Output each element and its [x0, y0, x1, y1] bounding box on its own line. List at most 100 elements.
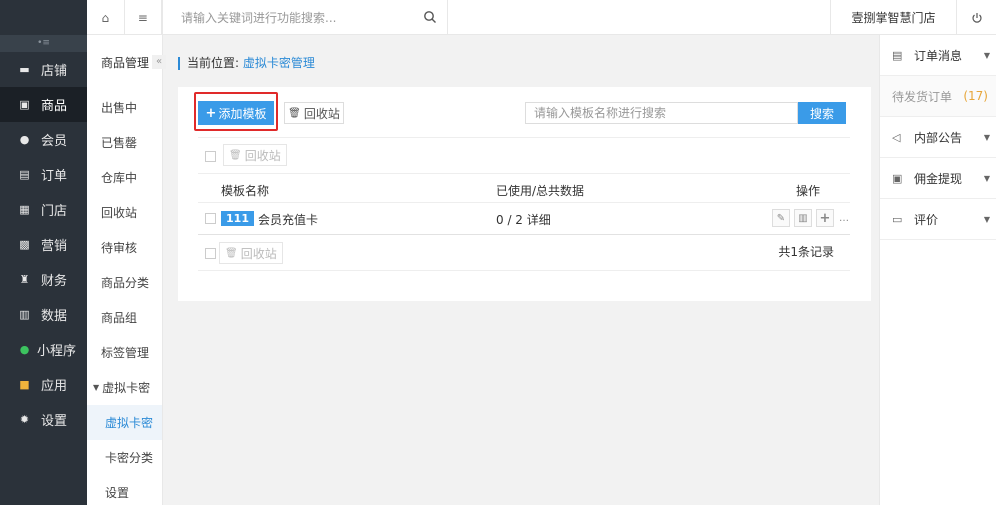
sidebar-item-store[interactable]: ▬ 店铺 — [0, 52, 87, 87]
wallet-icon: ▣ — [892, 171, 903, 185]
subnav-top-icons: ⌂ ≡ — [87, 0, 162, 35]
template-usage[interactable]: 0 / 2 详细 — [496, 211, 551, 228]
sidebar-item-settings[interactable]: ✹ 设置 — [0, 402, 87, 437]
total-records: 共1条记录 — [778, 245, 834, 259]
breadcrumb-current[interactable]: 虚拟卡密管理 — [243, 56, 315, 70]
home-icon[interactable]: ⌂ — [87, 0, 125, 35]
store-name[interactable]: 壹捌掌智慧门店 — [830, 0, 956, 35]
store-icon: ▬ — [19, 63, 30, 76]
power-icon[interactable] — [956, 0, 996, 35]
subnav-item-pending-review[interactable]: 待审核 — [87, 230, 162, 265]
subnav-item-card-settings[interactable]: 设置 — [87, 475, 162, 505]
sidebar-collapse-toggle[interactable]: •≡ — [0, 35, 87, 52]
sidebar-item-miniapp[interactable]: ● 小程序 — [0, 332, 87, 367]
row-actions: ✎ ▥ + … — [772, 209, 850, 227]
subnav-item-label: 虚拟卡密 — [105, 416, 154, 430]
subnav-item-virtual-card[interactable]: 虚拟卡密 — [87, 405, 162, 440]
footer-select-all-checkbox[interactable] — [205, 248, 216, 259]
search-button[interactable]: 搜索 — [798, 102, 846, 124]
sidebar-item-label: 营销 — [41, 239, 68, 254]
miniapp-icon: ● — [19, 343, 30, 356]
internal-notice-label: 内部公告 — [914, 130, 963, 145]
edit-icon[interactable]: ✎ — [772, 209, 790, 227]
speaker-icon: ◁ — [892, 130, 901, 144]
template-search-input[interactable] — [534, 106, 794, 120]
money-bag-icon: ♜ — [19, 273, 30, 286]
plus-icon: + — [205, 105, 217, 121]
commission-withdrawal[interactable]: ▣ 佣金提现 ▼ — [880, 158, 996, 199]
sidebar-item-shop[interactable]: ▦ 门店 — [0, 192, 87, 227]
add-template-label: 添加模板 — [218, 106, 267, 121]
subnav-item-category[interactable]: 商品分类 — [87, 265, 162, 300]
sidebar-item-order[interactable]: ▤ 订单 — [0, 157, 87, 192]
sidebar-item-label: 订单 — [41, 169, 68, 184]
goods-icon: ▣ — [19, 98, 30, 111]
select-all-checkbox[interactable] — [205, 151, 216, 162]
gift-icon: ▩ — [19, 238, 30, 251]
comment-icon: ▭ — [892, 212, 903, 226]
batch-toolbar: 🗑 回收站 — [198, 137, 850, 174]
subnav-item-sold-out[interactable]: 已售罄 — [87, 125, 162, 160]
caret-down-icon: ▼ — [93, 383, 100, 392]
sidebar-item-apps[interactable]: ■ 应用 — [0, 367, 87, 402]
subnav-item-label: 仓库中 — [101, 171, 138, 185]
recycle-bin-button[interactable]: 🗑 回收站 — [284, 102, 344, 124]
reviews-label: 评价 — [914, 212, 939, 227]
more-icon[interactable]: … — [838, 209, 850, 227]
subnav-item-tags[interactable]: 标签管理 — [87, 335, 162, 370]
column-header-name: 模板名称 — [221, 184, 270, 198]
gear-icon: ✹ — [19, 413, 30, 426]
template-search — [525, 102, 798, 124]
function-search — [163, 0, 448, 35]
function-search-input[interactable] — [181, 10, 421, 25]
order-messages-label: 订单消息 — [914, 48, 963, 63]
trash-icon: 🗑 — [225, 247, 238, 259]
subnav-item-card-category[interactable]: 卡密分类 — [87, 440, 162, 475]
template-badge: 111 — [221, 211, 254, 226]
batch-recycle-label: 回收站 — [244, 148, 281, 163]
apps-grid-icon: ■ — [19, 378, 30, 391]
search-button-label: 搜索 — [809, 106, 834, 121]
menu-icon[interactable]: ≡ — [125, 0, 162, 35]
plus-icon[interactable]: + — [816, 209, 834, 227]
caret-down-icon: ▼ — [983, 132, 990, 142]
shop-icon: ▦ — [19, 203, 30, 216]
trash-icon: 🗑 — [229, 149, 242, 161]
reviews[interactable]: ▭ 评价 ▼ — [880, 199, 996, 240]
pending-shipment-count: (17) — [963, 89, 988, 103]
footer-recycle-button[interactable]: 🗑 回收站 — [219, 242, 283, 264]
sidebar-item-member[interactable]: ● 会员 — [0, 122, 87, 157]
user-icon: ● — [19, 133, 30, 146]
subnav-item-label: 商品分类 — [101, 276, 150, 290]
trash-icon: 🗑 — [288, 107, 301, 119]
bar-chart-icon[interactable]: ▥ — [794, 209, 812, 227]
subnav-item-warehouse[interactable]: 仓库中 — [87, 160, 162, 195]
subnav-item-group[interactable]: 商品组 — [87, 300, 162, 335]
bar-chart-icon: ▥ — [19, 308, 30, 321]
pending-shipment-label: 待发货订单 — [892, 89, 953, 104]
pending-shipment-orders[interactable]: 待发货订单 (17) — [880, 76, 996, 117]
order-messages[interactable]: ▤ 订单消息 ▼ — [880, 35, 996, 76]
double-chevron-left-icon[interactable]: « — [152, 55, 166, 69]
batch-recycle-button[interactable]: 🗑 回收站 — [223, 144, 287, 166]
internal-notice[interactable]: ◁ 内部公告 ▼ — [880, 117, 996, 158]
subnav-item-on-sale[interactable]: 出售中 — [87, 90, 162, 125]
logout-power-icon — [971, 12, 982, 23]
sidebar-item-marketing[interactable]: ▩ 营销 — [0, 227, 87, 262]
sidebar-item-data[interactable]: ▥ 数据 — [0, 297, 87, 332]
breadcrumb: 当前位置: 虚拟卡密管理 — [178, 57, 315, 70]
subnav-item-virtual-card-parent[interactable]: ▼ 虚拟卡密 — [87, 370, 162, 405]
table-header: 模板名称 已使用/总共数据 操作 — [198, 175, 850, 203]
subnav-item-recycle[interactable]: 回收站 — [87, 195, 162, 230]
sub-sidebar: ⌂ ≡ 商品管理 « 出售中 已售罄 仓库中 回收站 待审核 商品分类 商品组 … — [87, 0, 166, 505]
row-checkbox[interactable] — [205, 213, 216, 224]
search-icon[interactable] — [423, 10, 437, 24]
add-template-button[interactable]: + 添加模板 — [198, 101, 274, 125]
subnav-item-label: 设置 — [105, 486, 130, 500]
caret-down-icon: ▼ — [983, 173, 990, 183]
sidebar-item-finance[interactable]: ♜ 财务 — [0, 262, 87, 297]
subnav-title-label: 商品管理 — [101, 56, 150, 70]
subnav-item-label: 商品组 — [101, 311, 138, 325]
sidebar-item-goods[interactable]: ▣ 商品 — [0, 87, 87, 122]
sidebar-item-label: 财务 — [41, 274, 68, 289]
